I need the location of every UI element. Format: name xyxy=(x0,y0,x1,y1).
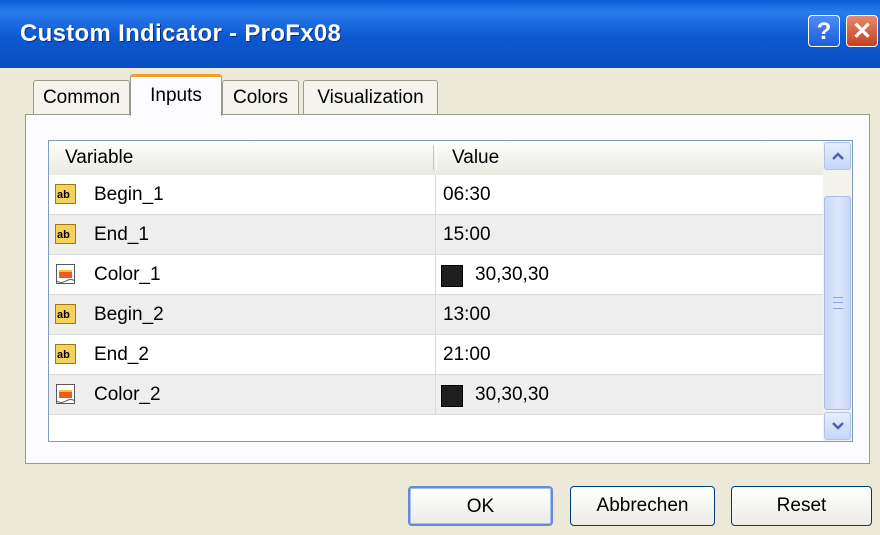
ok-button[interactable]: OK xyxy=(408,486,553,526)
svg-text:ab: ab xyxy=(57,229,70,241)
ab-string-icon: ab xyxy=(55,304,76,324)
variable-name: Begin_1 xyxy=(94,184,164,205)
tab-inputs[interactable]: Inputs xyxy=(130,74,222,116)
ab-string-icon: ab xyxy=(55,344,76,364)
ab-string-icon: ab xyxy=(55,184,76,204)
window-title: Custom Indicator - ProFx08 xyxy=(20,20,342,47)
cell-divider xyxy=(435,175,436,215)
svg-text:ab: ab xyxy=(57,309,70,321)
variable-value[interactable]: 21:00 xyxy=(443,335,491,375)
inputs-panel: Variable Value ab Begin_1 06:30 ab End_1 xyxy=(25,114,870,464)
vertical-scrollbar[interactable] xyxy=(823,141,852,441)
tab-visualization[interactable]: Visualization xyxy=(303,80,438,114)
variable-name: Begin_2 xyxy=(94,304,164,325)
title-bar[interactable]: Custom Indicator - ProFx08 ? ✕ xyxy=(0,0,880,68)
cell-divider xyxy=(435,375,436,415)
scroll-down-button[interactable] xyxy=(824,412,851,440)
variable-name: Color_1 xyxy=(94,264,161,285)
table-row[interactable]: Color_2 30,30,30 xyxy=(49,375,823,415)
svg-text:ab: ab xyxy=(57,189,70,201)
column-divider[interactable] xyxy=(433,146,437,170)
color-param-icon xyxy=(56,384,76,404)
variable-value[interactable]: 13:00 xyxy=(443,295,491,335)
scroll-up-button[interactable] xyxy=(824,142,851,170)
column-header-variable[interactable]: Variable xyxy=(65,141,133,175)
cancel-button[interactable]: Abbrechen xyxy=(570,486,715,526)
close-button[interactable]: ✕ xyxy=(846,15,878,47)
table-row[interactable]: ab Begin_1 06:30 xyxy=(49,175,823,215)
tab-common[interactable]: Common xyxy=(33,80,130,114)
color-param-icon xyxy=(56,264,76,284)
tab-colors[interactable]: Colors xyxy=(222,80,299,114)
variable-name: End_1 xyxy=(94,224,149,245)
scrollbar-thumb[interactable] xyxy=(824,196,851,410)
table-header: Variable Value xyxy=(49,141,823,176)
table-row[interactable]: ab Begin_2 13:00 xyxy=(49,295,823,335)
color-swatch xyxy=(441,385,463,407)
cell-divider xyxy=(435,255,436,295)
cell-divider xyxy=(435,295,436,335)
ab-string-icon: ab xyxy=(55,224,76,244)
table-row[interactable]: Color_1 30,30,30 xyxy=(49,255,823,295)
variable-value[interactable]: 15:00 xyxy=(443,215,491,255)
color-swatch xyxy=(441,265,463,287)
help-button[interactable]: ? xyxy=(808,15,840,47)
cell-divider xyxy=(435,335,436,375)
svg-text:ab: ab xyxy=(57,349,70,361)
variable-name: End_2 xyxy=(94,344,149,365)
variable-value[interactable]: 30,30,30 xyxy=(475,255,549,295)
chevron-down-icon xyxy=(831,422,844,430)
variable-name: Color_2 xyxy=(94,384,161,405)
chevron-up-icon xyxy=(831,152,844,160)
inputs-table: Variable Value ab Begin_1 06:30 ab End_1 xyxy=(48,140,853,442)
column-header-value[interactable]: Value xyxy=(452,141,499,175)
grip-icon xyxy=(833,297,843,309)
table-row[interactable]: ab End_1 15:00 xyxy=(49,215,823,255)
reset-button[interactable]: Reset xyxy=(731,486,872,526)
variable-value[interactable]: 06:30 xyxy=(443,175,491,215)
cell-divider xyxy=(435,215,436,255)
table-row[interactable]: ab End_2 21:00 xyxy=(49,335,823,375)
variable-value[interactable]: 30,30,30 xyxy=(475,375,549,415)
